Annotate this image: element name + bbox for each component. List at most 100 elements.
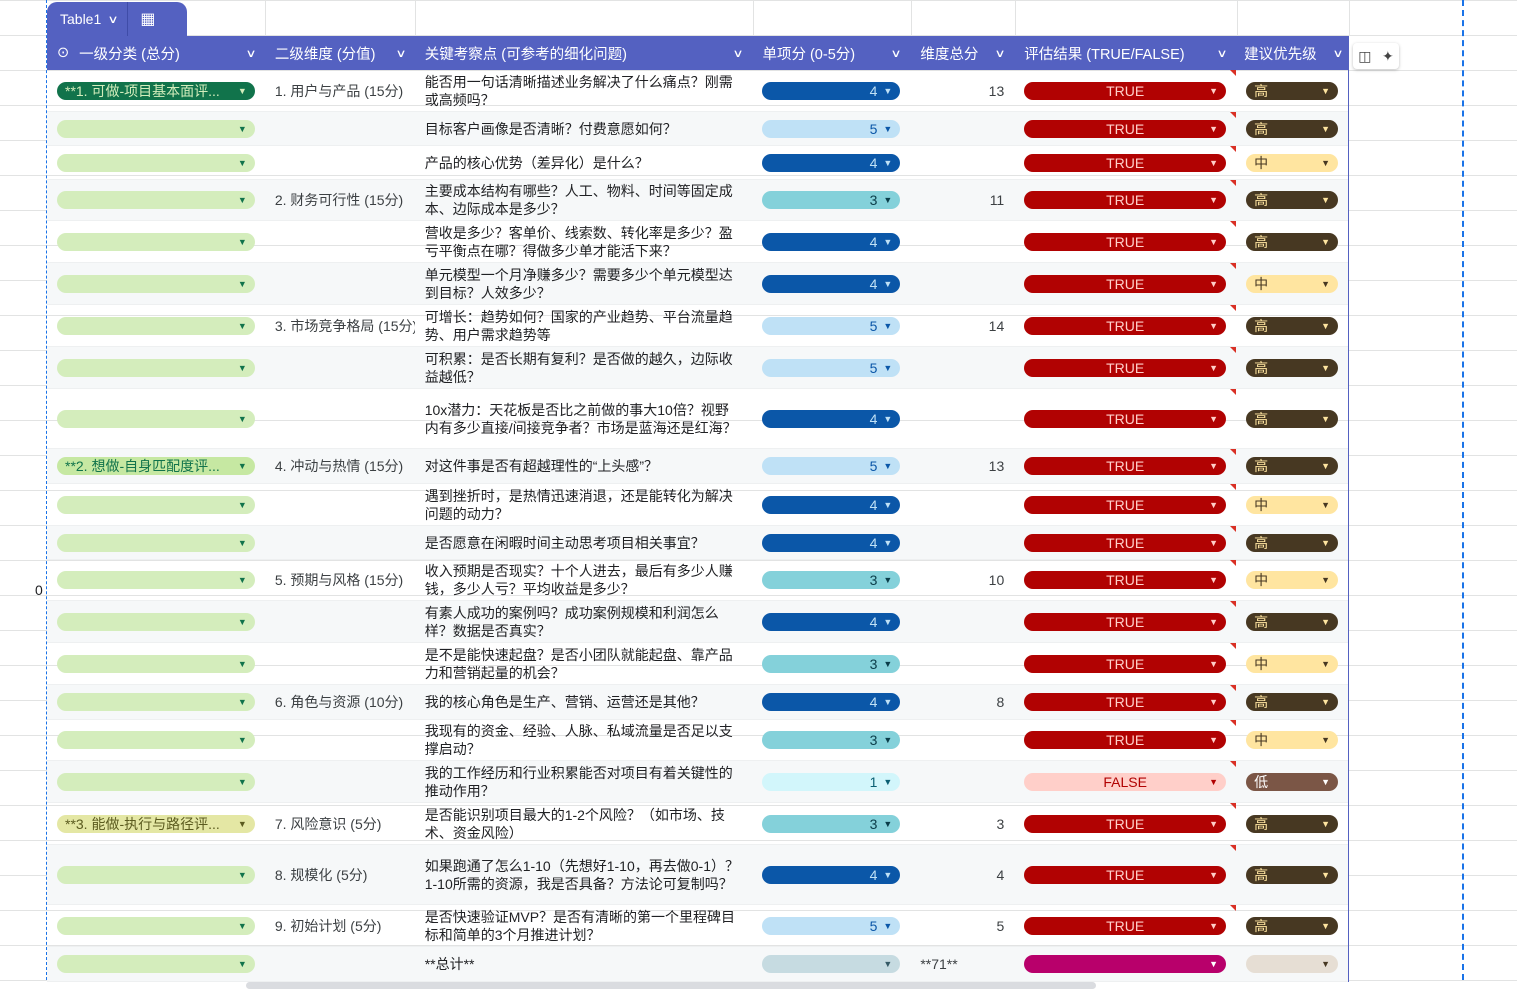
priority-dropdown[interactable]: 高 ▼ <box>1246 693 1338 711</box>
cell[interactable]: 主要成本结构有哪些？人工、物料、时间等固定成本、边际成本是多少？ <box>415 180 753 220</box>
result-dropdown[interactable]: TRUE ▼ <box>1024 865 1227 884</box>
cell[interactable] <box>265 643 415 684</box>
cell[interactable]: ▼ <box>47 305 265 346</box>
cell[interactable]: 14 <box>910 305 1014 346</box>
cell[interactable]: 3 ▼ <box>752 180 910 220</box>
score-dropdown[interactable]: 3 ▼ <box>762 731 901 749</box>
cell[interactable] <box>265 947 415 981</box>
sparkle-icon[interactable]: ✦ <box>1382 48 1394 65</box>
cell[interactable]: ▼ <box>47 560 265 600</box>
cell[interactable]: 收入预期是否现实？十个人进去，最后有多少人赚钱，多少人亏？平均收益是多少？ <box>415 560 753 600</box>
cell[interactable]: ▼ <box>47 601 265 642</box>
cell[interactable]: 高 ▼ <box>1236 526 1348 559</box>
cell[interactable]: 高 ▼ <box>1236 112 1348 145</box>
cell[interactable]: TRUE ▼ <box>1014 112 1237 145</box>
result-dropdown[interactable]: TRUE ▼ <box>1024 731 1227 749</box>
cell[interactable] <box>910 484 1014 525</box>
result-dropdown[interactable]: TRUE ▼ <box>1024 191 1227 209</box>
cell[interactable] <box>910 526 1014 559</box>
column-header-5[interactable]: 评估结果 (TRUE/FALSE) ∨ <box>1014 36 1236 70</box>
cell[interactable]: 5 ▼ <box>752 905 910 946</box>
cell[interactable]: 4 <box>910 845 1014 904</box>
priority-dropdown[interactable]: 中 ▼ <box>1246 495 1338 514</box>
category-dropdown[interactable]: **1. 可做-项目基本面评... ▼ <box>57 81 255 100</box>
cell[interactable]: 单元模型一个月净赚多少？需要多少个单元模型达到目标？人效多少？ <box>415 263 753 304</box>
cell[interactable]: ▼ <box>47 526 265 559</box>
cell[interactable] <box>265 263 415 304</box>
result-dropdown[interactable]: TRUE ▼ <box>1024 916 1227 935</box>
cell[interactable]: ▼ <box>47 263 265 304</box>
cell[interactable]: 高 ▼ <box>1236 347 1348 388</box>
cell[interactable]: ▼ <box>47 221 265 262</box>
cell[interactable]: 9. 初始计划 (5分) <box>265 905 415 946</box>
cell[interactable]: TRUE ▼ <box>1014 70 1237 111</box>
cell[interactable]: 营收是多少？客单价、线索数、转化率是多少？盈亏平衡点在哪？得做多少单才能活下来？ <box>415 221 753 262</box>
cell[interactable]: 有素人成功的案例吗？成功案例规模和利润怎么样？数据是否真实？ <box>415 601 753 642</box>
cell[interactable] <box>265 601 415 642</box>
cell[interactable]: 4 ▼ <box>752 389 910 448</box>
priority-dropdown[interactable]: 高 ▼ <box>1246 409 1338 428</box>
column-header-1[interactable]: 二级维度 (分值) ∨ <box>265 36 415 70</box>
result-dropdown[interactable]: TRUE ▼ <box>1024 693 1227 711</box>
cell[interactable]: TRUE ▼ <box>1014 685 1237 719</box>
cell[interactable] <box>910 347 1014 388</box>
priority-dropdown[interactable]: 高 ▼ <box>1246 916 1338 935</box>
result-dropdown[interactable]: TRUE ▼ <box>1024 571 1227 589</box>
category-dropdown[interactable]: ▼ <box>57 955 255 973</box>
cell[interactable] <box>910 263 1014 304</box>
cell[interactable]: TRUE ▼ <box>1014 347 1237 388</box>
cell[interactable] <box>265 720 415 760</box>
cell[interactable]: ▼ <box>1236 947 1348 981</box>
cell[interactable]: 5 ▼ <box>752 449 910 483</box>
cell[interactable]: 可积累：是否长期有复利？是否做的越久，边际收益越低？ <box>415 347 753 388</box>
cell[interactable]: FALSE ▼ <box>1014 761 1237 802</box>
cell[interactable]: 4 ▼ <box>752 685 910 719</box>
score-dropdown[interactable]: 4 ▼ <box>762 533 901 552</box>
priority-dropdown[interactable]: 高 ▼ <box>1246 119 1338 138</box>
result-dropdown[interactable]: TRUE ▼ <box>1024 533 1227 552</box>
result-dropdown[interactable]: TRUE ▼ <box>1024 409 1227 428</box>
score-dropdown[interactable]: 5 ▼ <box>762 457 901 475</box>
cell[interactable]: 中 ▼ <box>1236 720 1348 760</box>
cell[interactable]: ▼ <box>47 389 265 448</box>
cell[interactable]: 我的核心角色是生产、营销、运营还是其他？ <box>415 685 753 719</box>
priority-dropdown[interactable]: 中 ▼ <box>1246 654 1338 673</box>
cell[interactable] <box>910 601 1014 642</box>
priority-dropdown[interactable]: 高 ▼ <box>1246 814 1338 833</box>
cell[interactable]: ▼ <box>47 685 265 719</box>
cell[interactable]: 如果跑通了怎么1-10（先想好1-10，再去做0-1）？1-10所需的资源，我是… <box>415 845 753 904</box>
cell[interactable]: 中 ▼ <box>1236 643 1348 684</box>
chevron-down-icon[interactable]: ∨ <box>891 47 902 60</box>
priority-dropdown[interactable]: 中 ▼ <box>1246 153 1338 172</box>
priority-dropdown[interactable]: 高 ▼ <box>1246 191 1338 209</box>
cell[interactable]: TRUE ▼ <box>1014 845 1237 904</box>
result-dropdown[interactable]: TRUE ▼ <box>1024 153 1227 172</box>
cell[interactable]: ▼ <box>1014 947 1236 981</box>
priority-dropdown[interactable]: 高 ▼ <box>1246 457 1338 475</box>
score-dropdown[interactable]: ▼ <box>762 955 901 973</box>
cell[interactable]: 高 ▼ <box>1236 389 1348 448</box>
score-dropdown[interactable]: 3 ▼ <box>762 814 901 833</box>
cell[interactable]: 是否快速验证MVP？是否有清晰的第一个里程碑目标和简单的3个月推进计划？ <box>415 905 753 946</box>
cell[interactable]: **总计** <box>415 947 753 981</box>
chevron-down-icon[interactable]: ∨ <box>1332 47 1343 60</box>
cell[interactable]: 低 ▼ <box>1236 761 1348 802</box>
result-dropdown[interactable]: TRUE ▼ <box>1024 232 1227 251</box>
cell[interactable]: TRUE ▼ <box>1014 180 1237 220</box>
cell[interactable]: 4 ▼ <box>752 484 910 525</box>
cell[interactable] <box>265 347 415 388</box>
priority-dropdown[interactable]: 中 ▼ <box>1246 571 1338 589</box>
chevron-down-icon[interactable]: ∨ <box>733 47 744 60</box>
result-dropdown[interactable]: TRUE ▼ <box>1024 358 1227 377</box>
priority-dropdown[interactable]: 高 ▼ <box>1246 81 1338 100</box>
cell[interactable]: 高 ▼ <box>1236 449 1348 483</box>
category-dropdown[interactable]: ▼ <box>57 232 255 251</box>
score-dropdown[interactable]: 1 ▼ <box>762 772 901 791</box>
cell[interactable]: 4. 冲动与热情 (15分) <box>265 449 415 483</box>
cell[interactable] <box>910 389 1014 448</box>
cell[interactable]: 高 ▼ <box>1236 70 1348 111</box>
category-dropdown[interactable]: ▼ <box>57 772 255 791</box>
cell[interactable]: 是否愿意在闲暇时间主动思考项目相关事宜？ <box>415 526 753 559</box>
cell[interactable]: 3 ▼ <box>752 560 910 600</box>
cell[interactable]: 11 <box>910 180 1014 220</box>
